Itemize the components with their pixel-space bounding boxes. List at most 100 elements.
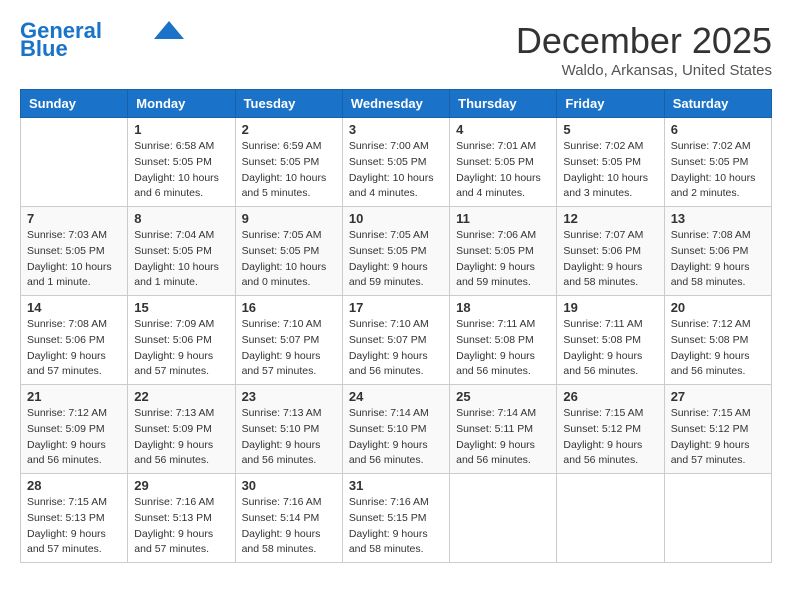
- calendar-cell: 3 Sunrise: 7:00 AMSunset: 5:05 PMDaylight…: [342, 118, 449, 207]
- day-info: Sunrise: 7:13 AMSunset: 5:10 PMDaylight:…: [242, 406, 336, 469]
- day-info: Sunrise: 7:08 AMSunset: 5:06 PMDaylight:…: [671, 228, 765, 291]
- day-number: 4: [456, 122, 550, 137]
- calendar-cell: 23 Sunrise: 7:13 AMSunset: 5:10 PMDayligh…: [235, 385, 342, 474]
- calendar-week-row: 7 Sunrise: 7:03 AMSunset: 5:05 PMDaylight…: [21, 207, 772, 296]
- calendar-table: SundayMondayTuesdayWednesdayThursdayFrid…: [20, 89, 772, 563]
- day-of-week-header: Friday: [557, 90, 664, 118]
- day-of-week-header: Saturday: [664, 90, 771, 118]
- calendar-cell: 6 Sunrise: 7:02 AMSunset: 5:05 PMDaylight…: [664, 118, 771, 207]
- calendar-cell: [21, 118, 128, 207]
- day-info: Sunrise: 7:14 AMSunset: 5:11 PMDaylight:…: [456, 406, 550, 469]
- day-number: 18: [456, 300, 550, 315]
- logo-icon: [154, 21, 184, 39]
- calendar-cell: 31 Sunrise: 7:16 AMSunset: 5:15 PMDayligh…: [342, 474, 449, 563]
- calendar-cell: 28 Sunrise: 7:15 AMSunset: 5:13 PMDayligh…: [21, 474, 128, 563]
- calendar-cell: 1 Sunrise: 6:58 AMSunset: 5:05 PMDaylight…: [128, 118, 235, 207]
- day-of-week-header: Tuesday: [235, 90, 342, 118]
- day-info: Sunrise: 7:08 AMSunset: 5:06 PMDaylight:…: [27, 317, 121, 380]
- calendar-body: 1 Sunrise: 6:58 AMSunset: 5:05 PMDaylight…: [21, 118, 772, 563]
- calendar-cell: [664, 474, 771, 563]
- calendar-header: SundayMondayTuesdayWednesdayThursdayFrid…: [21, 90, 772, 118]
- logo-blue-text: Blue: [20, 38, 68, 60]
- calendar-cell: 27 Sunrise: 7:15 AMSunset: 5:12 PMDayligh…: [664, 385, 771, 474]
- day-number: 27: [671, 389, 765, 404]
- day-number: 29: [134, 478, 228, 493]
- month-title: December 2025: [516, 20, 772, 62]
- day-of-week-header: Thursday: [450, 90, 557, 118]
- calendar-cell: 20 Sunrise: 7:12 AMSunset: 5:08 PMDayligh…: [664, 296, 771, 385]
- calendar-week-row: 1 Sunrise: 6:58 AMSunset: 5:05 PMDaylight…: [21, 118, 772, 207]
- day-info: Sunrise: 7:16 AMSunset: 5:14 PMDaylight:…: [242, 495, 336, 558]
- day-number: 15: [134, 300, 228, 315]
- calendar-week-row: 14Sunrise: 7:08 AMSunset: 5:06 PMDayligh…: [21, 296, 772, 385]
- day-number: 6: [671, 122, 765, 137]
- calendar-cell: 26 Sunrise: 7:15 AMSunset: 5:12 PMDayligh…: [557, 385, 664, 474]
- day-number: 25: [456, 389, 550, 404]
- calendar-cell: 18 Sunrise: 7:11 AMSunset: 5:08 PMDayligh…: [450, 296, 557, 385]
- day-info: Sunrise: 7:06 AMSunset: 5:05 PMDaylight:…: [456, 228, 550, 291]
- day-number: 7: [27, 211, 121, 226]
- calendar-cell: 7 Sunrise: 7:03 AMSunset: 5:05 PMDaylight…: [21, 207, 128, 296]
- logo: General Blue: [20, 20, 184, 60]
- calendar-cell: 5 Sunrise: 7:02 AMSunset: 5:05 PMDaylight…: [557, 118, 664, 207]
- day-of-week-header: Monday: [128, 90, 235, 118]
- day-number: 1: [134, 122, 228, 137]
- day-number: 5: [563, 122, 657, 137]
- day-number: 19: [563, 300, 657, 315]
- calendar-cell: 9Sunrise: 7:05 AMSunset: 5:05 PMDaylight…: [235, 207, 342, 296]
- title-block: December 2025 Waldo, Arkansas, United St…: [516, 20, 772, 79]
- calendar-cell: 14Sunrise: 7:08 AMSunset: 5:06 PMDayligh…: [21, 296, 128, 385]
- day-info: Sunrise: 7:00 AMSunset: 5:05 PMDaylight:…: [349, 139, 443, 202]
- calendar-cell: 10Sunrise: 7:05 AMSunset: 5:05 PMDayligh…: [342, 207, 449, 296]
- day-info: Sunrise: 7:15 AMSunset: 5:12 PMDaylight:…: [671, 406, 765, 469]
- day-info: Sunrise: 7:09 AMSunset: 5:06 PMDaylight:…: [134, 317, 228, 380]
- calendar-cell: 12 Sunrise: 7:07 AMSunset: 5:06 PMDayligh…: [557, 207, 664, 296]
- day-number: 31: [349, 478, 443, 493]
- day-info: Sunrise: 7:13 AMSunset: 5:09 PMDaylight:…: [134, 406, 228, 469]
- day-number: 13: [671, 211, 765, 226]
- day-info: Sunrise: 7:12 AMSunset: 5:09 PMDaylight:…: [27, 406, 121, 469]
- day-info: Sunrise: 7:16 AMSunset: 5:15 PMDaylight:…: [349, 495, 443, 558]
- day-info: Sunrise: 7:03 AMSunset: 5:05 PMDaylight:…: [27, 228, 121, 291]
- day-info: Sunrise: 7:07 AMSunset: 5:06 PMDaylight:…: [563, 228, 657, 291]
- day-number: 9: [242, 211, 336, 226]
- day-info: Sunrise: 6:58 AMSunset: 5:05 PMDaylight:…: [134, 139, 228, 202]
- day-info: Sunrise: 7:02 AMSunset: 5:05 PMDaylight:…: [671, 139, 765, 202]
- calendar-cell: 22Sunrise: 7:13 AMSunset: 5:09 PMDayligh…: [128, 385, 235, 474]
- day-info: Sunrise: 7:10 AMSunset: 5:07 PMDaylight:…: [242, 317, 336, 380]
- day-of-week-header: Wednesday: [342, 90, 449, 118]
- calendar-cell: 25 Sunrise: 7:14 AMSunset: 5:11 PMDayligh…: [450, 385, 557, 474]
- day-number: 11: [456, 211, 550, 226]
- calendar-cell: 15 Sunrise: 7:09 AMSunset: 5:06 PMDayligh…: [128, 296, 235, 385]
- day-number: 30: [242, 478, 336, 493]
- day-number: 16: [242, 300, 336, 315]
- day-of-week-header: Sunday: [21, 90, 128, 118]
- day-info: Sunrise: 7:12 AMSunset: 5:08 PMDaylight:…: [671, 317, 765, 380]
- day-info: Sunrise: 7:15 AMSunset: 5:13 PMDaylight:…: [27, 495, 121, 558]
- calendar-cell: 11 Sunrise: 7:06 AMSunset: 5:05 PMDayligh…: [450, 207, 557, 296]
- day-info: Sunrise: 7:15 AMSunset: 5:12 PMDaylight:…: [563, 406, 657, 469]
- day-number: 24: [349, 389, 443, 404]
- calendar-cell: 8Sunrise: 7:04 AMSunset: 5:05 PMDaylight…: [128, 207, 235, 296]
- day-number: 28: [27, 478, 121, 493]
- day-info: Sunrise: 7:02 AMSunset: 5:05 PMDaylight:…: [563, 139, 657, 202]
- day-number: 3: [349, 122, 443, 137]
- day-number: 12: [563, 211, 657, 226]
- calendar-cell: 19 Sunrise: 7:11 AMSunset: 5:08 PMDayligh…: [557, 296, 664, 385]
- calendar-cell: 29Sunrise: 7:16 AMSunset: 5:13 PMDayligh…: [128, 474, 235, 563]
- calendar-cell: 30 Sunrise: 7:16 AMSunset: 5:14 PMDayligh…: [235, 474, 342, 563]
- day-number: 26: [563, 389, 657, 404]
- day-info: Sunrise: 7:04 AMSunset: 5:05 PMDaylight:…: [134, 228, 228, 291]
- calendar-week-row: 21Sunrise: 7:12 AMSunset: 5:09 PMDayligh…: [21, 385, 772, 474]
- day-info: Sunrise: 6:59 AMSunset: 5:05 PMDaylight:…: [242, 139, 336, 202]
- day-number: 10: [349, 211, 443, 226]
- day-number: 20: [671, 300, 765, 315]
- day-info: Sunrise: 7:11 AMSunset: 5:08 PMDaylight:…: [563, 317, 657, 380]
- page-header: General Blue December 2025 Waldo, Arkans…: [20, 20, 772, 79]
- calendar-week-row: 28 Sunrise: 7:15 AMSunset: 5:13 PMDayligh…: [21, 474, 772, 563]
- day-info: Sunrise: 7:10 AMSunset: 5:07 PMDaylight:…: [349, 317, 443, 380]
- calendar-cell: 16 Sunrise: 7:10 AMSunset: 5:07 PMDayligh…: [235, 296, 342, 385]
- day-number: 23: [242, 389, 336, 404]
- calendar-cell: 24Sunrise: 7:14 AMSunset: 5:10 PMDayligh…: [342, 385, 449, 474]
- day-info: Sunrise: 7:11 AMSunset: 5:08 PMDaylight:…: [456, 317, 550, 380]
